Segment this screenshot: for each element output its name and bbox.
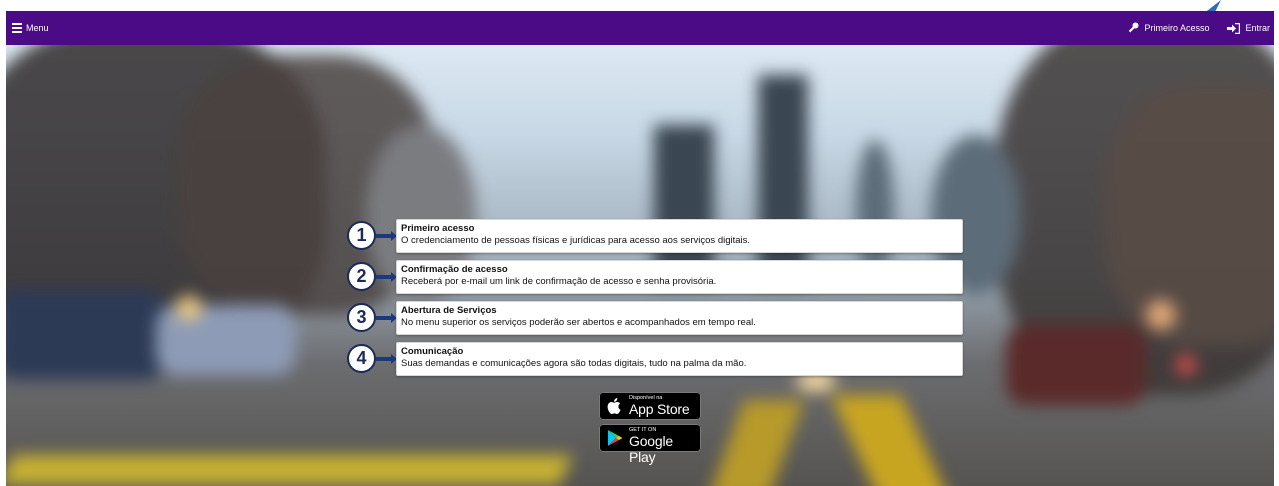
step-2: 2 Confirmação de acesso Receberá por e-m…	[340, 260, 965, 296]
step-description: No menu superior os serviços poderão ser…	[401, 317, 756, 328]
step-title: Confirmação de acesso	[401, 264, 508, 275]
app-store-badge[interactable]: Disponível na App Store	[599, 392, 701, 420]
step-card: Confirmação de acesso Receberá por e-mai…	[396, 260, 963, 294]
google-play-label: Google Play	[629, 433, 673, 465]
sign-in-icon	[1227, 22, 1241, 34]
arrow-connector-icon	[376, 231, 397, 241]
step-number-badge: 1	[347, 221, 376, 250]
hamburger-icon	[12, 21, 22, 35]
app-store-label: App Store	[629, 401, 690, 417]
top-navigation-bar: Menu Primeiro Acesso Entrar	[6, 11, 1274, 45]
key-icon	[1129, 22, 1139, 33]
menu-label: Menu	[26, 23, 49, 33]
arrow-connector-icon	[376, 272, 397, 282]
step-number-badge: 3	[347, 303, 376, 332]
step-title: Abertura de Serviços	[401, 305, 497, 316]
step-number-badge: 2	[347, 262, 376, 291]
step-1: 1 Primeiro acesso O credenciamento de pe…	[340, 219, 965, 255]
step-title: Primeiro acesso	[401, 223, 475, 234]
apple-icon	[607, 398, 621, 414]
step-number-badge: 4	[347, 344, 376, 373]
step-4: 4 Comunicação Suas demandas e comunicaçõ…	[340, 342, 965, 378]
step-card: Primeiro acesso O credenciamento de pess…	[396, 219, 963, 253]
step-title: Comunicação	[401, 346, 464, 357]
first-access-label: Primeiro Acesso	[1144, 23, 1210, 33]
first-access-link[interactable]: Primeiro Acesso	[1127, 22, 1209, 34]
google-play-badge[interactable]: GET IT ON Google Play	[599, 424, 701, 465]
step-3: 3 Abertura de Serviços No menu superior …	[340, 301, 965, 337]
step-card: Abertura de Serviços No menu superior os…	[396, 301, 963, 335]
step-description: O credenciamento de pessoas físicas e ju…	[401, 235, 751, 246]
step-description: Receberá por e-mail um link de confirmaç…	[401, 276, 717, 287]
menu-button[interactable]: Menu	[12, 11, 49, 45]
arrow-connector-icon	[376, 313, 397, 323]
login-label: Entrar	[1245, 23, 1270, 33]
arrow-connector-icon	[376, 354, 397, 364]
step-description: Suas demandas e comunicações agora são t…	[401, 358, 747, 369]
step-card: Comunicação Suas demandas e comunicações…	[396, 342, 963, 376]
login-link[interactable]: Entrar	[1227, 22, 1270, 34]
google-play-icon	[608, 430, 623, 446]
